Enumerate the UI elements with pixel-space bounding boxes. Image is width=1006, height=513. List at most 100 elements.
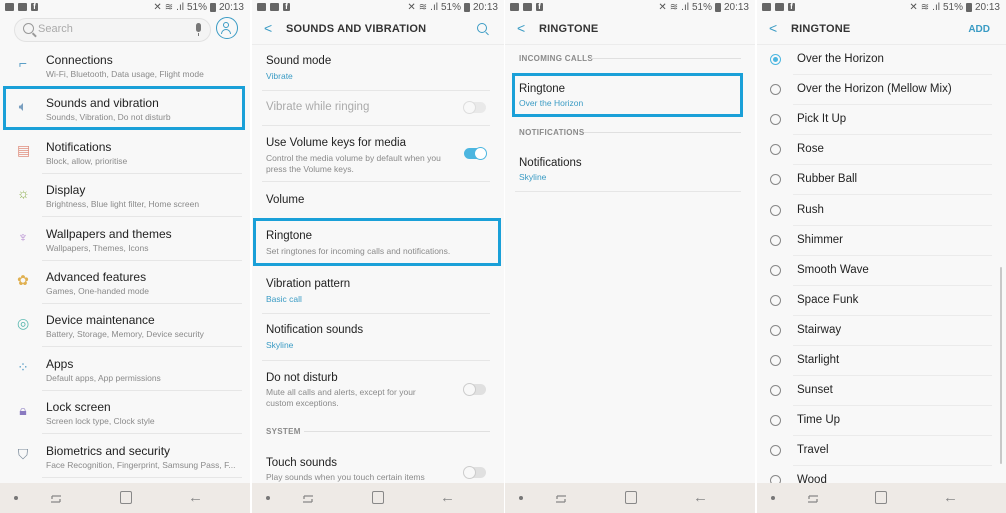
battery-percent: 51%	[186, 2, 207, 13]
settings-item-device-maintenance[interactable]: ◎ Device maintenance Battery, Storage, Mem…	[0, 304, 250, 348]
radio-unselected[interactable]	[770, 264, 781, 276]
nav-dot-icon	[519, 496, 523, 500]
sound-mode-title: Sound mode	[266, 55, 332, 67]
page-title: SOUNDS AND VIBRATION	[286, 23, 427, 35]
radio-unselected[interactable]	[770, 294, 781, 306]
status-bar: f ✕ ≋ .ıl 51% 20:13	[505, 0, 755, 16]
back-nav-icon[interactable]: ←	[440, 489, 455, 506]
settings-item-notifications[interactable]: ▤ Notifications Block, allow, prioritise	[0, 131, 250, 174]
volume-keys-row[interactable]: Use Volume keys for media Control the me…	[252, 126, 504, 180]
ringtone-option[interactable]: Pick It Up	[757, 105, 1006, 136]
add-button[interactable]: ADD	[968, 24, 990, 35]
back-button[interactable]: <	[517, 20, 525, 36]
volume-row[interactable]: Volume	[252, 182, 504, 218]
back-button[interactable]: <	[264, 20, 272, 36]
settings-item-subtitle: Wi-Fi, Bluetooth, Data usage, Flight mod…	[46, 69, 204, 79]
radio-unselected[interactable]	[770, 84, 781, 96]
recent-apps-icon[interactable]	[50, 492, 62, 504]
ringtone-option[interactable]: Over the Horizon (Mellow Mix)	[757, 75, 1006, 106]
radio-unselected[interactable]	[770, 415, 781, 427]
notifications-row[interactable]: Notifications Skyline	[505, 148, 755, 190]
battery-icon	[463, 3, 470, 12]
section-divider	[304, 431, 490, 432]
home-icon[interactable]	[625, 491, 637, 504]
do-not-disturb-toggle[interactable]	[463, 383, 486, 396]
gallery-notification-icon	[762, 3, 771, 11]
facebook-notification-icon: f	[31, 3, 38, 11]
settings-item-lock-screen[interactable]: 🔒︎ Lock screen Screen lock type, Clock sty…	[0, 391, 250, 435]
radio-unselected[interactable]	[770, 204, 781, 216]
touch-sounds-title: Touch sounds	[266, 457, 337, 469]
recent-apps-icon[interactable]	[302, 492, 314, 504]
wifi-icon: ≋	[164, 2, 174, 13]
ringtone-option[interactable]: Smooth Wave	[757, 256, 1006, 286]
back-nav-icon[interactable]: ←	[693, 489, 708, 506]
ringtone-option[interactable]: Time Up	[757, 406, 1006, 437]
radio-unselected[interactable]	[770, 114, 781, 126]
volume-keys-toggle[interactable]	[464, 147, 487, 160]
radio-unselected[interactable]	[770, 445, 781, 457]
ringtone-option[interactable]: Starlight	[757, 346, 1006, 376]
home-icon[interactable]	[120, 491, 132, 504]
settings-item-connections[interactable]: ⌐ Connections Wi-Fi, Bluetooth, Data usage…	[0, 44, 250, 87]
settings-item-wallpapers-and-themes[interactable]: ♆ Wallpapers and themes Wallpapers, Themes…	[0, 218, 250, 261]
settings-item-display[interactable]: ☼ Display Brightness, Blue light filter, H…	[0, 174, 250, 218]
back-button[interactable]: <	[769, 20, 777, 36]
notification-sounds-row[interactable]: Notification sounds Skyline	[252, 314, 504, 360]
vibration-pattern-value: Basic call	[266, 294, 302, 304]
ringtone-option[interactable]: Sunset	[757, 376, 1006, 407]
battery-percent: 51%	[440, 2, 461, 13]
radio-unselected[interactable]	[770, 174, 781, 186]
gallery-notification-icon	[510, 3, 519, 11]
youtube-notification-icon	[18, 3, 27, 11]
settings-item-biometrics-and-security[interactable]: ⛉ Biometrics and security Face Recognition…	[0, 435, 250, 478]
section-divider	[584, 132, 741, 133]
touch-sounds-toggle[interactable]	[463, 466, 486, 479]
home-icon[interactable]	[875, 491, 887, 504]
ringtone-option[interactable]: Rush	[757, 196, 1006, 226]
home-icon[interactable]	[372, 491, 384, 504]
radio-unselected[interactable]	[770, 355, 781, 366]
sound-mode-row[interactable]: Sound mode Vibrate	[252, 45, 504, 91]
settings-item-subtitle: Block, allow, prioritise	[46, 155, 128, 166]
ringtone-option[interactable]: Rubber Ball	[757, 165, 1006, 196]
youtube-notification-icon	[270, 3, 279, 11]
settings-item-subtitle: Battery, Storage, Memory, Device securit…	[46, 329, 204, 340]
recent-apps-icon[interactable]	[555, 492, 567, 504]
touch-sounds-row[interactable]: Touch sounds Play sounds when you touch …	[252, 447, 504, 483]
clock: 20:13	[974, 2, 1000, 13]
radio-unselected[interactable]	[770, 144, 781, 156]
ringtone-option[interactable]: Space Funk	[757, 286, 1006, 316]
recent-apps-icon[interactable]	[807, 492, 819, 504]
vibration-pattern-row[interactable]: Vibration pattern Basic call	[252, 268, 504, 313]
signal-icon: .ıl	[176, 2, 184, 13]
volume-keys-subtitle: Control the media volume by default when…	[266, 153, 441, 174]
notifications-icon: ▤	[17, 141, 31, 158]
microphone-icon[interactable]	[196, 23, 201, 36]
ringtone-label: Travel	[797, 444, 829, 457]
scrollbar[interactable]	[1000, 267, 1002, 464]
ringtone-option[interactable]: Stairway	[757, 316, 1006, 346]
radio-selected[interactable]	[770, 54, 781, 65]
radio-unselected[interactable]	[770, 234, 781, 246]
vibrate-while-ringing-toggle[interactable]	[463, 101, 486, 114]
highlight-box-ringtone	[253, 218, 501, 266]
settings-item-title: Wallpapers and themes	[46, 226, 172, 241]
ringtone-option[interactable]: Over the Horizon	[757, 45, 1006, 75]
search-icon[interactable]	[477, 23, 487, 33]
back-nav-icon[interactable]: ←	[188, 489, 203, 506]
profile-icon[interactable]	[216, 17, 238, 39]
settings-item-advanced-features[interactable]: ✿ Advanced features Games, One-handed mode	[0, 261, 250, 304]
ringtone-label: Over the Horizon (Mellow Mix)	[797, 83, 952, 96]
settings-item-apps[interactable]: ⁘ Apps Default apps, App permissions	[0, 348, 250, 391]
ringtone-option[interactable]: Travel	[757, 436, 1006, 467]
back-nav-icon[interactable]: ←	[943, 489, 958, 506]
radio-unselected[interactable]	[770, 385, 781, 397]
mute-vibrate-icon: ✕	[909, 2, 918, 13]
settings-item-title: Biometrics and security	[46, 443, 171, 458]
do-not-disturb-row[interactable]: Do not disturb Mute all calls and alerts…	[252, 361, 504, 423]
radio-unselected[interactable]	[770, 324, 781, 336]
ringtone-option[interactable]: Shimmer	[757, 226, 1006, 256]
ringtone-option[interactable]: Rose	[757, 135, 1006, 166]
search-bar[interactable]: Search	[14, 18, 211, 42]
